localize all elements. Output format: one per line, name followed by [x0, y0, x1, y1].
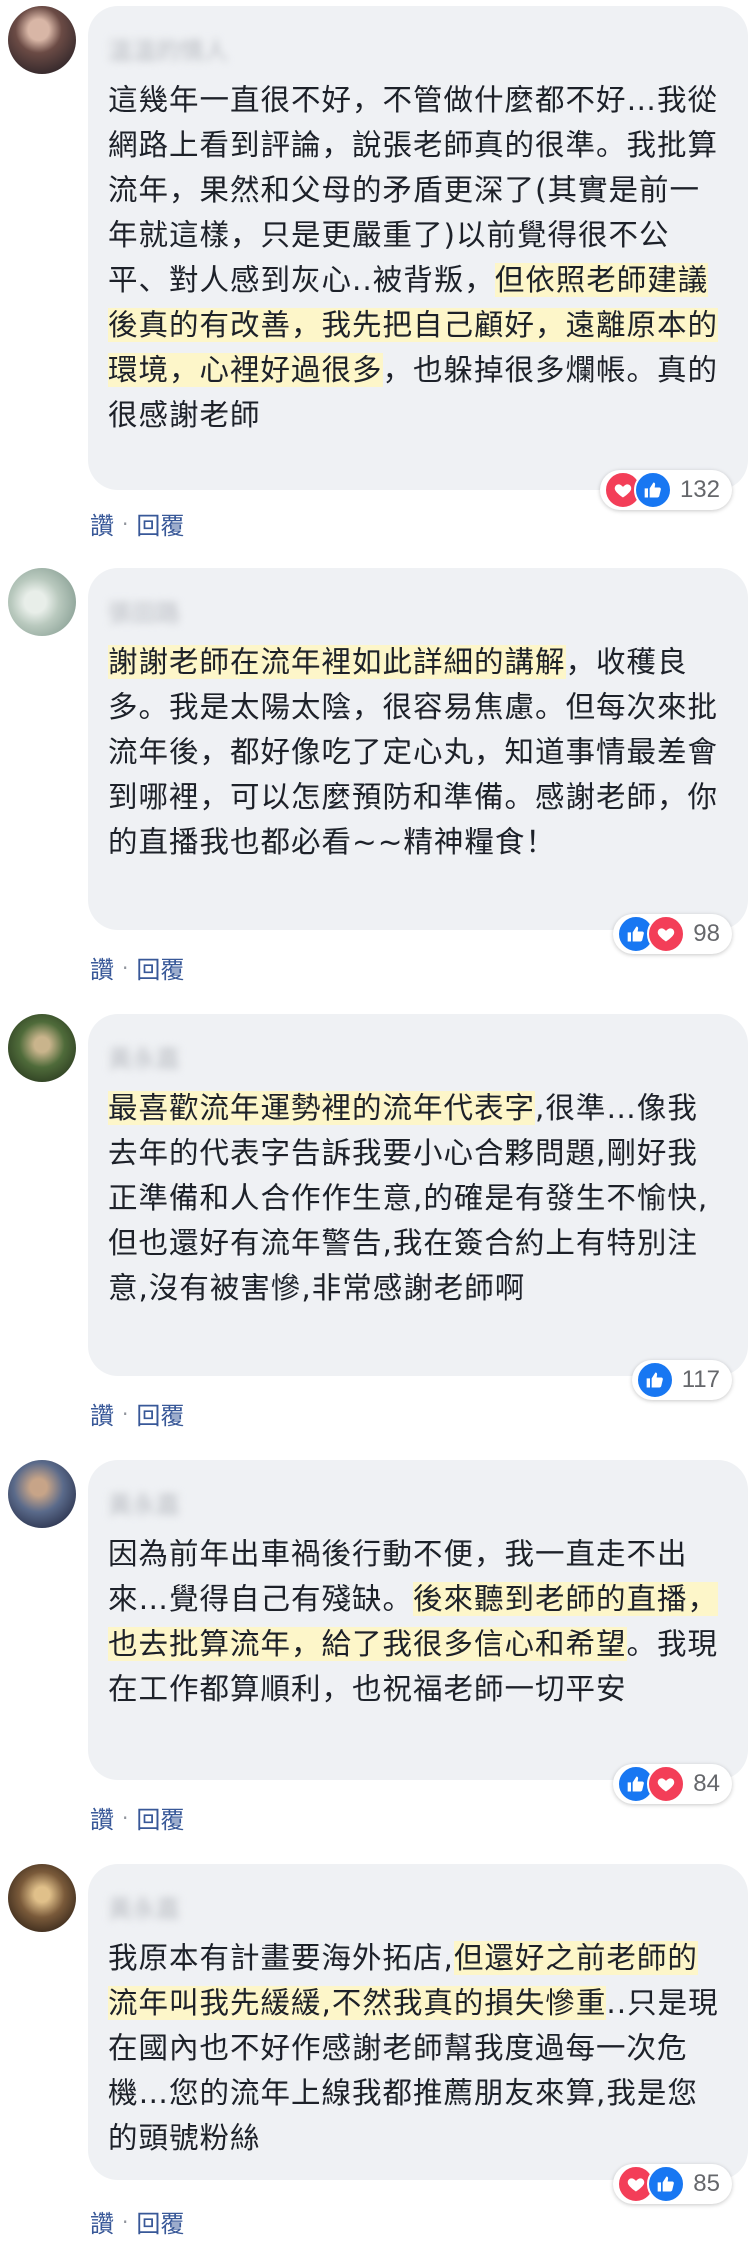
like-link[interactable]: 讚	[90, 2204, 114, 2239]
comment-author[interactable]: 張田路	[108, 598, 726, 628]
reactions-summary[interactable]: 85	[613, 2164, 732, 2204]
separator-dot: ·	[122, 1401, 129, 1426]
reaction-count: 84	[693, 1770, 720, 1797]
avatar[interactable]	[8, 568, 76, 636]
like-reaction-icon	[647, 2165, 686, 2203]
comment-bubble: 黃永嘉 因為前年出車禍後行動不便，我一直走不出來…覺得自己有殘缺。後來聽到老師的…	[88, 1460, 748, 1780]
heart-reaction-icon	[647, 915, 686, 953]
comment-author[interactable]: 黃永嘉	[108, 1490, 726, 1520]
reactions-summary[interactable]: 117	[631, 1360, 732, 1400]
comment-text: 這幾年一直很不好，不管做什麼都不好…我從網路上看到評論，說張老師真的很準。我批算…	[108, 78, 726, 438]
reactions-summary[interactable]: 98	[613, 914, 732, 954]
like-reaction-icon	[635, 1361, 674, 1399]
separator-dot: ·	[122, 511, 129, 536]
reply-link[interactable]: 回覆	[136, 506, 184, 541]
like-link[interactable]: 讚	[90, 506, 114, 541]
reaction-count: 85	[693, 2170, 720, 2197]
comment-text: 我原本有計畫要海外拓店,但還好之前老師的流年叫我先緩緩,不然我真的損失慘重..只…	[108, 1936, 726, 2161]
comment-actions: 讚 · 回覆	[90, 950, 184, 985]
comment-actions: 讚 · 回覆	[90, 1800, 184, 1835]
avatar[interactable]	[8, 1864, 76, 1932]
like-reaction-icon	[633, 471, 672, 509]
comment-author[interactable]: 溫溫的情人	[108, 36, 726, 66]
reply-link[interactable]: 回覆	[136, 1396, 184, 1431]
like-link[interactable]: 讚	[90, 1396, 114, 1431]
reply-link[interactable]: 回覆	[136, 1800, 184, 1835]
comment-bubble: 黃永嘉 最喜歡流年運勢裡的流年代表字,很準…像我去年的代表字告訴我要小心合夥問題…	[88, 1014, 748, 1376]
comment-author[interactable]: 黃永嘉	[108, 1894, 726, 1924]
comment-text: 最喜歡流年運勢裡的流年代表字,很準…像我去年的代表字告訴我要小心合夥問題,剛好我…	[108, 1086, 726, 1311]
avatar[interactable]	[8, 1014, 76, 1082]
reaction-count: 132	[679, 476, 720, 503]
heart-reaction-icon	[647, 1765, 686, 1803]
comment-actions: 讚 · 回覆	[90, 506, 184, 541]
avatar[interactable]	[8, 6, 76, 74]
reply-link[interactable]: 回覆	[136, 950, 184, 985]
reply-link[interactable]: 回覆	[136, 2204, 184, 2239]
separator-dot: ·	[122, 955, 129, 980]
reaction-count: 117	[681, 1366, 720, 1393]
comment-bubble: 張田路 謝謝老師在流年裡如此詳細的講解，收穫良多。我是太陽太陰，很容易焦慮。但每…	[88, 568, 748, 930]
comment-actions: 讚 · 回覆	[90, 2204, 184, 2239]
comment-text-highlight: 謝謝老師在流年裡如此詳細的講解	[108, 645, 566, 679]
separator-dot: ·	[122, 1805, 129, 1830]
comment-author[interactable]: 黃永嘉	[108, 1044, 726, 1074]
like-link[interactable]: 讚	[90, 1800, 114, 1835]
comment-text: 因為前年出車禍後行動不便，我一直走不出來…覺得自己有殘缺。後來聽到老師的直播，也…	[108, 1532, 726, 1712]
comment-text-plain: 我原本有計畫要海外拓店,	[108, 1941, 454, 1975]
comment-bubble: 黃永嘉 我原本有計畫要海外拓店,但還好之前老師的流年叫我先緩緩,不然我真的損失慘…	[88, 1864, 748, 2180]
avatar[interactable]	[8, 1460, 76, 1528]
reaction-count: 98	[693, 920, 720, 947]
reactions-summary[interactable]: 132	[599, 470, 732, 510]
like-link[interactable]: 讚	[90, 950, 114, 985]
comment-actions: 讚 · 回覆	[90, 1396, 184, 1431]
comment-text-highlight: 最喜歡流年運勢裡的流年代表字	[108, 1091, 536, 1125]
reactions-summary[interactable]: 84	[613, 1764, 732, 1804]
comment-text: 謝謝老師在流年裡如此詳細的講解，收穫良多。我是太陽太陰，很容易焦慮。但每次來批流…	[108, 640, 726, 865]
comment-bubble: 溫溫的情人 這幾年一直很不好，不管做什麼都不好…我從網路上看到評論，說張老師真的…	[88, 6, 748, 490]
separator-dot: ·	[122, 2209, 129, 2234]
